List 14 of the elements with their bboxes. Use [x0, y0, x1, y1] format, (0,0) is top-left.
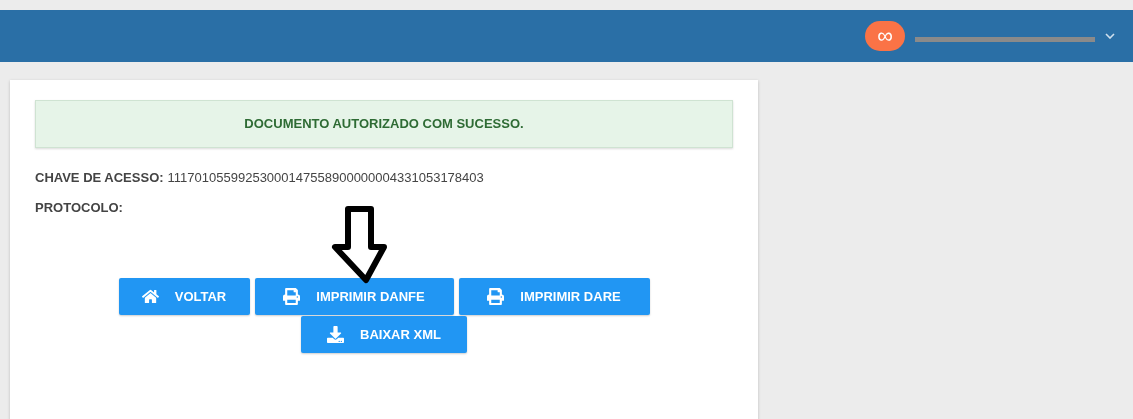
action-button[interactable]: BAIXAR XML	[301, 316, 467, 353]
action-button[interactable]: VOLTAR	[118, 278, 250, 315]
success-alert: DOCUMENTO AUTORIZADO COM SUCESSO.	[35, 100, 733, 148]
action-button[interactable]: IMPRIMIR DARE	[458, 278, 650, 315]
field-value: 11170105599253000147558900000004331053178403	[167, 169, 484, 184]
action-button[interactable]: IMPRIMIR DANFE	[254, 278, 454, 315]
home-icon	[141, 288, 159, 305]
field-label: CHAVE DE ACESSO:	[35, 169, 164, 184]
avatar-logo[interactable]: ∞	[865, 21, 905, 51]
chevron-down-icon[interactable]	[1105, 33, 1115, 39]
field-label: PROTOCOLO:	[35, 199, 123, 214]
printer-icon	[487, 288, 505, 305]
download-icon	[327, 326, 345, 343]
printer-icon	[283, 288, 301, 305]
